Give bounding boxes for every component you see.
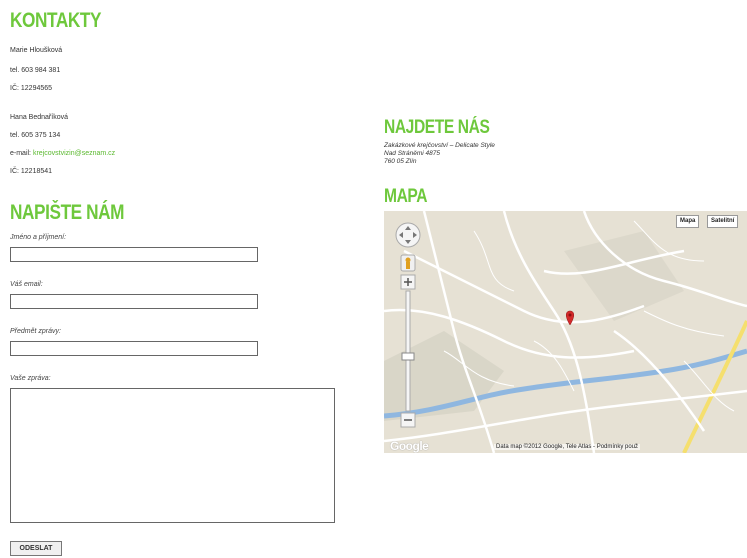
subject-label: Předmět zprávy: (10, 328, 61, 335)
map-type-satellite-button[interactable]: Satelitní (707, 215, 739, 228)
map-tiles (384, 211, 747, 453)
email-link[interactable]: krejcovstvizin@seznam.cz (33, 150, 115, 157)
email-field[interactable] (10, 294, 258, 309)
address-line3: 760 05 Zlín (384, 158, 417, 165)
subject-field[interactable] (10, 341, 258, 356)
contact1-phone: tel. 603 984 381 (10, 67, 61, 74)
map-view[interactable]: Mapa Satelitní Google Data map ©2012 Goo… (384, 211, 747, 453)
contact2-phone: tel. 605 375 134 (10, 132, 61, 139)
contact1-name: Marie Hloušková (10, 47, 63, 54)
submit-button[interactable]: ODESLAT (10, 541, 62, 556)
name-field[interactable] (10, 247, 258, 262)
contact2-ic: IČ: 12218541 (10, 168, 53, 175)
contact1-ic: IČ: 12294565 (10, 85, 53, 92)
contacts-heading: KONTAKTY (10, 9, 102, 32)
find-us-heading: NAJDETE NÁS (384, 117, 490, 138)
address-line1: Zakázkové krejčovství – Delicate Style (384, 142, 495, 149)
contact2-name: Hana Bednaříková (10, 114, 68, 121)
contact2-email-row: e-mail: krejcovstvizin@seznam.cz (10, 150, 115, 157)
google-logo: Google (390, 439, 429, 453)
name-label: Jméno a příjmení: (10, 234, 67, 241)
form-heading: NAPIŠTE NÁM (10, 201, 125, 224)
map-type-map-button[interactable]: Mapa (676, 215, 700, 228)
email-field-label: Váš email: (10, 281, 43, 288)
map-attribution: Data map ©2012 Google, Tele Atlas - Podm… (494, 444, 641, 450)
email-label: e-mail: (10, 150, 32, 157)
message-field[interactable] (10, 388, 335, 523)
map-heading: MAPA (384, 186, 428, 207)
message-label: Vaše zpráva: (10, 375, 51, 382)
address-line2: Nad Stráněmi 4875 (384, 150, 441, 157)
